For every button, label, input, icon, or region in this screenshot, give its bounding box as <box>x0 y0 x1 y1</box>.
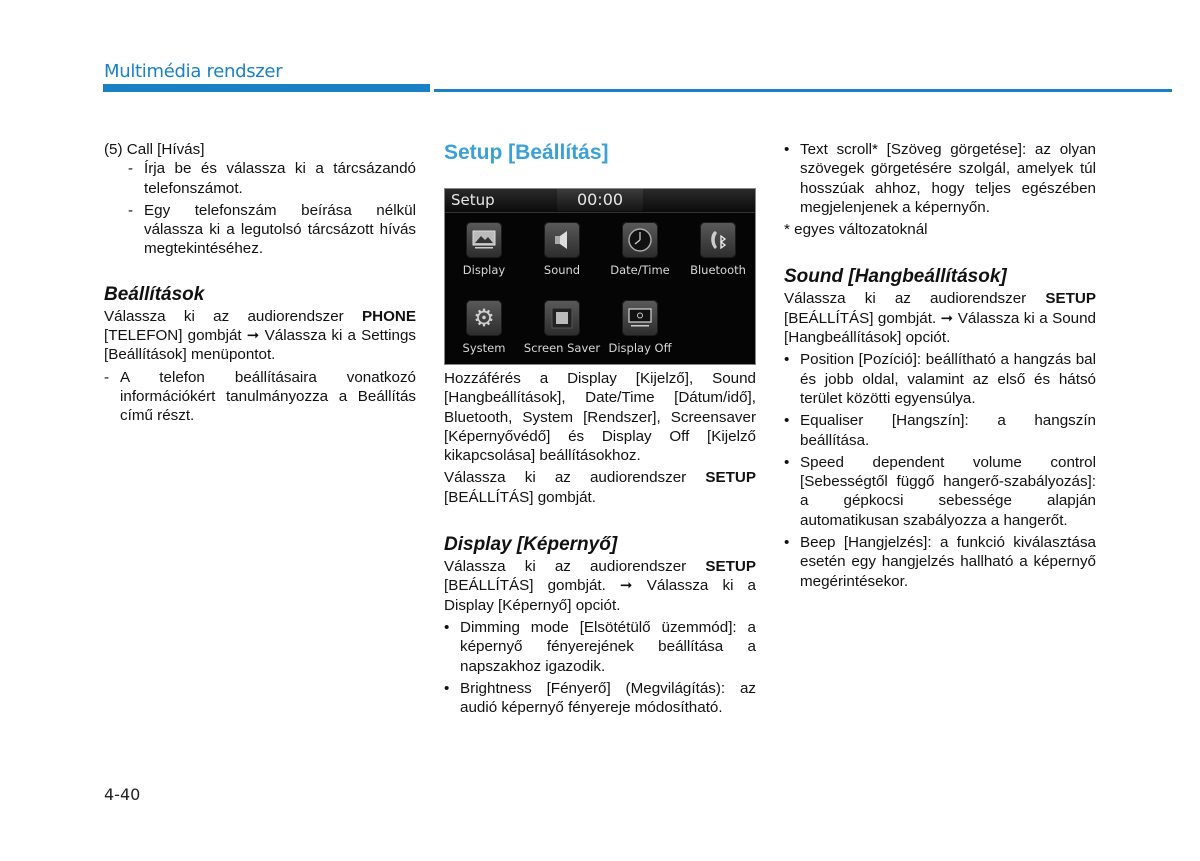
screensaver-icon <box>544 300 580 336</box>
sound-bullet: • Beep [Hangjelzés]: a funkció kiválasztá… <box>784 534 1096 590</box>
settings-text: Válassza ki az audiorendszer PHONE [TELE… <box>104 307 416 364</box>
display-bullet: • Brightness [Fényerő] (Megvilágítás): az… <box>444 679 756 717</box>
settings-note: -A telefon beállításaira vonatkozó infor… <box>104 368 416 425</box>
column-middle-body: Hozzáférés a Display [Kijelző], Sound [H… <box>444 369 756 717</box>
sound-bullet: • Position [Pozíció]: beállítható a hangz… <box>784 351 1096 407</box>
tile-display[interactable]: Display <box>445 222 523 277</box>
screen-topbar: Setup 00:00 <box>445 189 755 213</box>
call-heading: (5) Call [Hívás] <box>104 141 205 158</box>
sound-bullet: • Equaliser [Hangszín]: a hangszín beállí… <box>784 412 1096 449</box>
display-heading: Display [Képernyő] <box>444 534 618 556</box>
display-off-icon <box>622 300 658 336</box>
setup-heading: Setup [Beállítás] <box>444 141 609 164</box>
display-bullet: • Dimming mode [Elsötétülő üzemmód]: a ké… <box>444 618 756 675</box>
column-middle: Setup [Beállítás] <box>444 140 756 166</box>
sound-heading: Sound [Hangbeállítások] <box>784 266 1007 288</box>
clock-icon <box>622 222 658 258</box>
call-item: - Egy telefonszám beírása nélkül válassza… <box>128 201 416 258</box>
header-bar <box>103 84 430 92</box>
bluetooth-phone-icon <box>700 222 736 258</box>
display-icon <box>466 222 502 258</box>
column-left: (5) Call [Hívás] - Írja be és válassza ki… <box>104 140 416 426</box>
tile-sound[interactable]: Sound <box>523 222 601 277</box>
settings-heading: Beállítások <box>104 283 205 305</box>
header-title: Multimédia rendszer <box>104 61 283 82</box>
header-rule <box>434 89 1172 92</box>
display-text: Válassza ki az audiorendszer SETUP [BEÁL… <box>444 558 756 614</box>
footnote: * egyes változatoknál <box>784 221 928 239</box>
page-number: 4-40 <box>104 785 141 804</box>
column-right: • Text scroll* [Szöveg görgetése]: az oly… <box>784 140 1096 591</box>
text-scroll-bullet: • Text scroll* [Szöveg görgetése]: az oly… <box>784 141 1096 216</box>
access-text: Hozzáférés a Display [Kijelző], Sound [H… <box>444 370 756 465</box>
sound-bullet: • Speed dependent volume control [Sebessé… <box>784 453 1096 529</box>
gear-icon: ⚙ <box>466 300 502 336</box>
sound-text: Válassza ki az audiorendszer SETUP [BEÁL… <box>784 290 1096 347</box>
tile-system[interactable]: ⚙ System <box>445 300 523 355</box>
tile-screen-saver[interactable]: Screen Saver <box>523 300 601 355</box>
tile-bluetooth[interactable]: Bluetooth <box>679 222 757 277</box>
select-setup-text: Válassza ki az audiorendszer SETUP [BEÁL… <box>444 469 756 506</box>
screen-clock: 00:00 <box>557 189 643 211</box>
call-item: - Írja be és válassza ki a tárcsázandó te… <box>128 160 416 197</box>
tile-date-time[interactable]: Date/Time <box>601 222 679 277</box>
speaker-icon <box>544 222 580 258</box>
tile-display-off[interactable]: Display Off <box>601 300 679 355</box>
setup-screen-image: Setup 00:00 Display Sound Date/Time Blue… <box>444 188 756 365</box>
screen-title: Setup <box>451 191 495 209</box>
